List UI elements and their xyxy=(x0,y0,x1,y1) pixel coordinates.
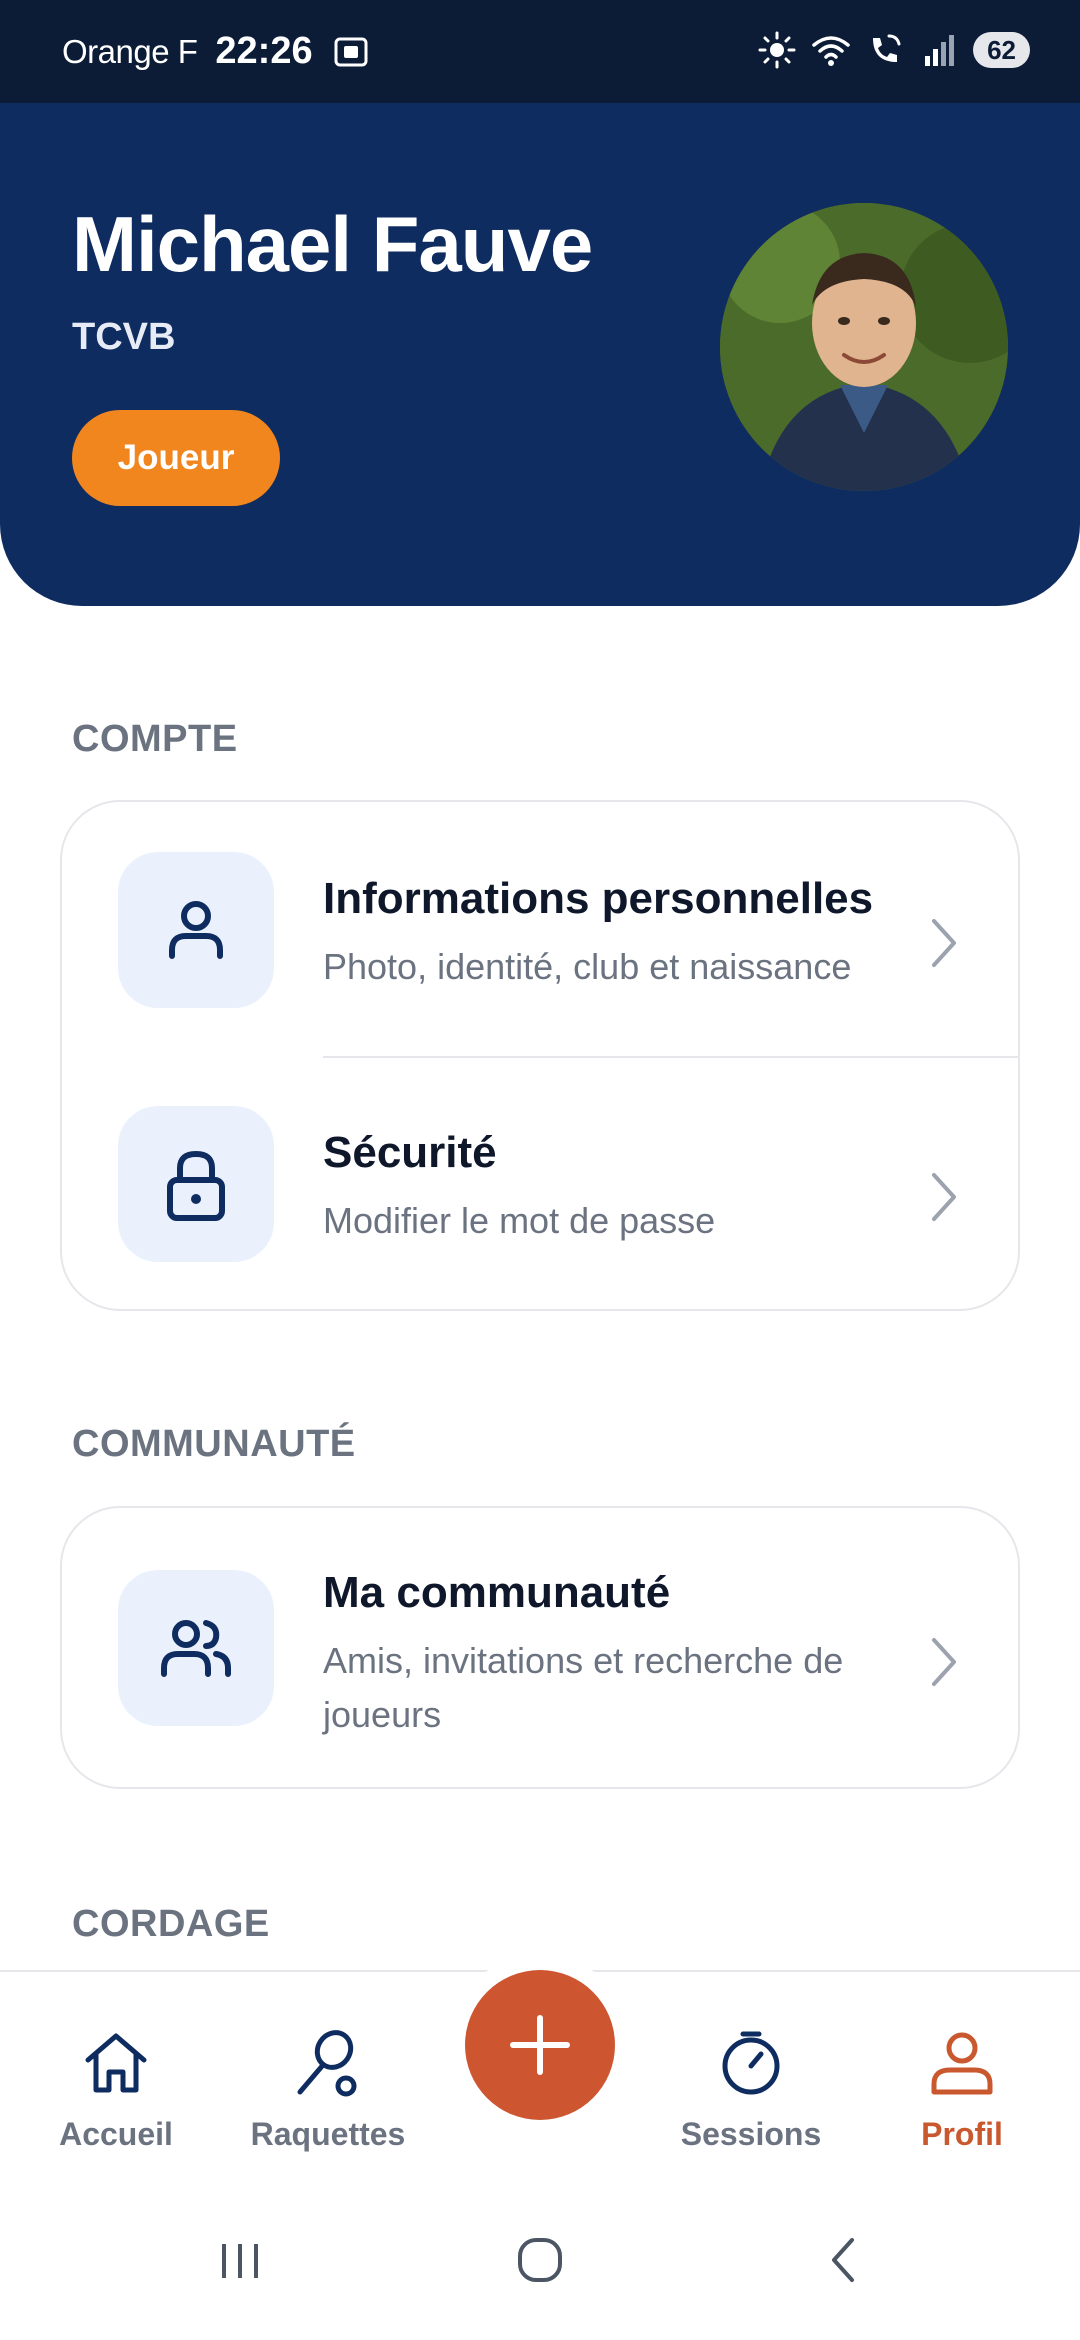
wifi-icon xyxy=(812,36,850,66)
add-button[interactable] xyxy=(465,1970,615,2120)
home-icon xyxy=(85,2033,147,2093)
section-title-cordage: CORDAGE xyxy=(72,1903,270,1945)
personal-info-title: Informations personnelles xyxy=(323,874,874,923)
nav-item-profil[interactable]: Profil xyxy=(862,1972,1062,2153)
nav-item-raquettes[interactable]: Raquettes xyxy=(228,1972,428,2153)
signal-icon xyxy=(925,35,955,66)
row-security[interactable]: Sécurité Modifier le mot de passe xyxy=(62,1058,1018,1311)
nav-item-sessions[interactable]: Sessions xyxy=(651,1972,851,2153)
battery-indicator: 62 xyxy=(973,32,1030,68)
user-icon xyxy=(931,2032,993,2095)
recent-apps-icon xyxy=(222,2244,258,2278)
personal-info-icon-tile xyxy=(118,852,274,1008)
recent-apps-button[interactable] xyxy=(180,2180,300,2340)
security-title: Sécurité xyxy=(323,1128,497,1177)
account-card: Informations personnelles Photo, identit… xyxy=(60,800,1020,1311)
brightness-icon xyxy=(758,31,796,69)
carrier-label: Orange F xyxy=(62,32,198,70)
home-button[interactable] xyxy=(480,2180,600,2340)
avatar[interactable] xyxy=(720,203,1008,491)
users-icon xyxy=(161,1620,231,1677)
user-icon xyxy=(169,901,223,959)
profile-club: TCVB xyxy=(72,316,176,358)
security-subtitle: Modifier le mot de passe xyxy=(323,1200,716,1241)
nav-label: Raquettes xyxy=(250,2116,406,2152)
my-community-subtitle: Amis, invitations et recherche de joueur… xyxy=(323,1640,844,1735)
profile-name: Michael Fauve xyxy=(72,200,593,288)
status-bar: Orange F 22:26 62 xyxy=(0,0,1080,103)
screenshot-icon xyxy=(334,37,368,66)
section-title-compte: COMPTE xyxy=(72,718,238,760)
row-my-community[interactable]: Ma communauté Amis, invitations et reche… xyxy=(62,1508,1018,1789)
plus-icon xyxy=(510,2015,570,2075)
profile-header: Michael Fauve TCVB Joueur xyxy=(0,103,1080,606)
my-community-title: Ma communauté xyxy=(323,1568,671,1617)
chevron-right-icon xyxy=(932,1638,956,1686)
timer-icon xyxy=(722,2031,780,2095)
clock: 22:26 xyxy=(215,30,313,72)
nav-label: Profil xyxy=(921,2116,1003,2152)
back-icon xyxy=(832,2238,854,2282)
section-title-communaute: COMMUNAUTÉ xyxy=(72,1423,356,1465)
avatar-photo xyxy=(720,203,1008,491)
community-card: Ma communauté Amis, invitations et reche… xyxy=(60,1506,1020,1789)
nav-label: Accueil xyxy=(59,2116,173,2152)
system-nav-bar xyxy=(0,2180,1080,2340)
community-icon-tile xyxy=(118,1570,274,1726)
racket-icon xyxy=(297,2030,357,2097)
home-circle-icon xyxy=(518,2238,562,2282)
wifi-call-icon xyxy=(873,34,901,62)
personal-info-subtitle: Photo, identité, club et naissance xyxy=(323,946,852,987)
lock-icon xyxy=(167,1150,225,1221)
status-left: Orange F 22:26 xyxy=(62,30,371,73)
status-right: 62 xyxy=(757,30,1030,70)
nav-item-accueil[interactable]: Accueil xyxy=(16,1972,216,2153)
chevron-right-icon xyxy=(932,1173,956,1221)
role-badge: Joueur xyxy=(72,410,280,506)
row-personal-info[interactable]: Informations personnelles Photo, identit… xyxy=(62,802,1018,1056)
back-button[interactable] xyxy=(784,2180,904,2340)
security-icon-tile xyxy=(118,1106,274,1262)
chevron-right-icon xyxy=(932,919,956,967)
nav-label: Sessions xyxy=(680,2116,822,2152)
